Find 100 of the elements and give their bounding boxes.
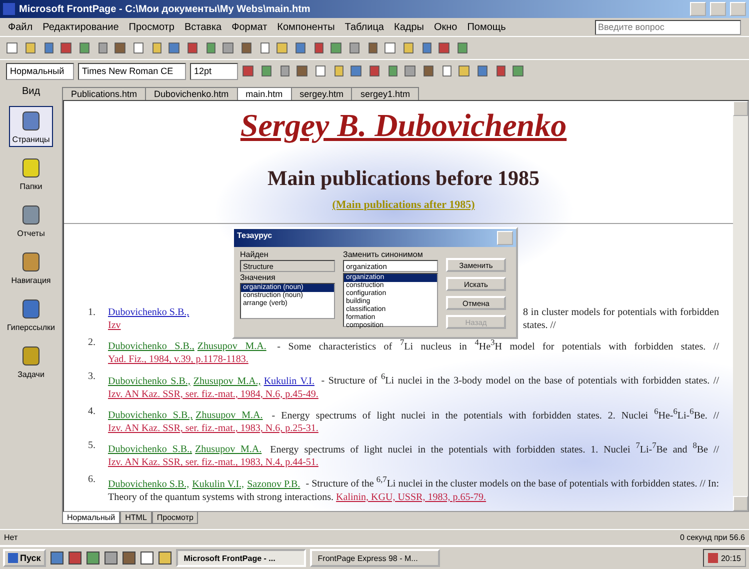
author-link[interactable]: Zhusupov M.A. — [195, 444, 262, 456]
menu-item[interactable]: Файл — [8, 22, 33, 32]
toolbar-icon[interactable] — [78, 41, 92, 55]
view-button[interactable]: Задачи — [14, 341, 48, 382]
author-link[interactable]: Zhusupov M.A. — [196, 410, 263, 421]
quick-launch-icon[interactable] — [68, 551, 82, 565]
toolbar-icon[interactable] — [240, 41, 254, 55]
author-link[interactable]: Kukulin V.I. — [264, 376, 314, 387]
toolbar-icon[interactable] — [222, 41, 236, 55]
format-icon[interactable] — [440, 64, 454, 78]
format-icon[interactable] — [260, 64, 274, 78]
style-dropdown[interactable]: Нормальный — [6, 62, 74, 80]
start-button[interactable]: Пуск — [3, 549, 46, 567]
document-tab[interactable]: sergey1.htm — [351, 87, 419, 100]
format-icon[interactable] — [404, 64, 418, 78]
menu-item[interactable]: Таблица — [344, 22, 384, 32]
format-icon[interactable] — [296, 64, 310, 78]
author-link[interactable]: Zhusupov M.A., — [193, 376, 261, 387]
author-link[interactable]: Dubovichenko S.B., — [108, 306, 190, 319]
author-link[interactable]: Zhusupov M.A. — [197, 341, 266, 352]
author-link[interactable]: Sazonov P.B. — [247, 478, 300, 490]
toolbar-icon[interactable] — [204, 41, 218, 55]
quick-launch-icon[interactable] — [158, 551, 172, 565]
taskbar-button[interactable]: Microsoft FrontPage - ... — [176, 549, 306, 567]
toolbar-icon[interactable] — [384, 41, 398, 55]
view-tab[interactable]: HTML — [120, 512, 152, 524]
toolbar-icon[interactable] — [114, 41, 128, 55]
journal-link[interactable]: Izv — [108, 319, 121, 332]
quick-launch-icon[interactable] — [140, 551, 154, 565]
toolbar-icon[interactable] — [6, 41, 20, 55]
format-icon[interactable] — [278, 64, 292, 78]
quick-launch-icon[interactable] — [122, 551, 136, 565]
journal-link[interactable]: Kalinin, KGU, USSR, 1983, p.65-79. — [336, 492, 486, 503]
toolbar-icon[interactable] — [132, 41, 146, 55]
menu-item[interactable]: Просмотр — [128, 22, 174, 32]
menu-item[interactable]: Вставка — [184, 22, 222, 32]
size-dropdown[interactable]: 12pt — [190, 62, 238, 80]
format-icon[interactable] — [386, 64, 400, 78]
view-button[interactable]: Страницы — [9, 106, 53, 147]
font-dropdown[interactable]: Times New Roman CE — [78, 62, 186, 80]
format-icon[interactable] — [350, 64, 364, 78]
document-tab[interactable]: Publications.htm — [62, 87, 146, 100]
toolbar-icon[interactable] — [402, 41, 416, 55]
view-button[interactable]: Папки — [16, 153, 46, 194]
taskbar-button[interactable]: FrontPage Express 98 - M... — [310, 549, 440, 567]
author-link[interactable]: Kukulin V.I., — [192, 478, 244, 490]
toolbar-icon[interactable] — [438, 41, 452, 55]
view-button[interactable]: Отчеты — [14, 200, 48, 241]
view-button[interactable]: Навигация — [8, 247, 54, 288]
help-field[interactable]: Введите вопрос — [595, 20, 741, 34]
toolbar-icon[interactable] — [60, 41, 74, 55]
format-icon[interactable] — [242, 64, 256, 78]
toolbar-icon[interactable] — [168, 41, 182, 55]
menu-item[interactable]: Помощь — [467, 22, 506, 32]
author-link[interactable]: Dubovichenko S.B., — [108, 410, 193, 421]
menu-item[interactable]: Редактирование — [42, 22, 119, 32]
toolbar-icon[interactable] — [276, 41, 290, 55]
toolbar-icon[interactable] — [258, 41, 272, 55]
document-tab[interactable]: main.htm — [236, 87, 292, 100]
quick-launch-icon[interactable] — [86, 551, 100, 565]
journal-link[interactable]: Izv. AN Kaz. SSR, ser. fiz.-mat., 1983, N.6, p.25-31. — [108, 422, 318, 434]
quick-launch-icon[interactable] — [104, 551, 118, 565]
menu-item[interactable]: Формат — [232, 22, 268, 32]
toolbar-icon[interactable] — [150, 41, 164, 55]
quick-launch-icon[interactable] — [50, 551, 64, 565]
format-icon[interactable] — [314, 64, 328, 78]
format-icon[interactable] — [422, 64, 436, 78]
format-icon[interactable] — [494, 64, 508, 78]
view-tab[interactable]: Нормальный — [62, 512, 120, 524]
format-icon[interactable] — [458, 64, 472, 78]
tray-icon[interactable] — [708, 553, 718, 563]
toolbar-icon[interactable] — [348, 41, 362, 55]
toolbar-icon[interactable] — [312, 41, 326, 55]
author-link[interactable]: Dubovichenko S.B., — [108, 478, 190, 490]
toolbar-icon[interactable] — [366, 41, 380, 55]
menu-item[interactable]: Кадры — [394, 22, 424, 32]
journal-link[interactable]: Izv. AN Kaz. SSR, ser. fiz.-mat., 1984, N.6, p.45-49. — [108, 388, 318, 400]
author-link[interactable]: Dubovichenko S.B., — [108, 376, 190, 387]
toolbar-icon[interactable] — [456, 41, 470, 55]
toolbar-icon[interactable] — [420, 41, 434, 55]
toolbar-icon[interactable] — [24, 41, 38, 55]
author-link[interactable]: Dubovichenko S.B., — [108, 341, 194, 352]
toolbar-icon[interactable] — [96, 41, 110, 55]
toolbar-icon[interactable] — [42, 41, 56, 55]
toolbar-icon[interactable] — [294, 41, 308, 55]
format-icon[interactable] — [332, 64, 346, 78]
format-icon[interactable] — [512, 64, 526, 78]
toolbar-icon[interactable] — [330, 41, 344, 55]
format-icon[interactable] — [476, 64, 490, 78]
document-tab[interactable]: Dubovichenko.htm — [145, 87, 238, 100]
document-tab[interactable]: sergey.htm — [290, 87, 352, 100]
journal-link[interactable]: Izv. AN Kaz. SSR, ser. fiz.-mat., 1983, N.4, p.44-51. — [108, 457, 318, 468]
format-icon[interactable] — [368, 64, 382, 78]
menu-item[interactable]: Окно — [434, 22, 458, 32]
scrollbar[interactable] — [733, 101, 748, 511]
toolbar-icon[interactable] — [186, 41, 200, 55]
journal-link[interactable]: Yad. Fiz., 1984, v.39, p.1178-1183. — [108, 354, 248, 366]
view-button[interactable]: Гиперссылки — [4, 294, 58, 335]
menu-item[interactable]: Компоненты — [277, 22, 335, 32]
author-link[interactable]: Dubovichenko S.B., — [108, 444, 192, 456]
